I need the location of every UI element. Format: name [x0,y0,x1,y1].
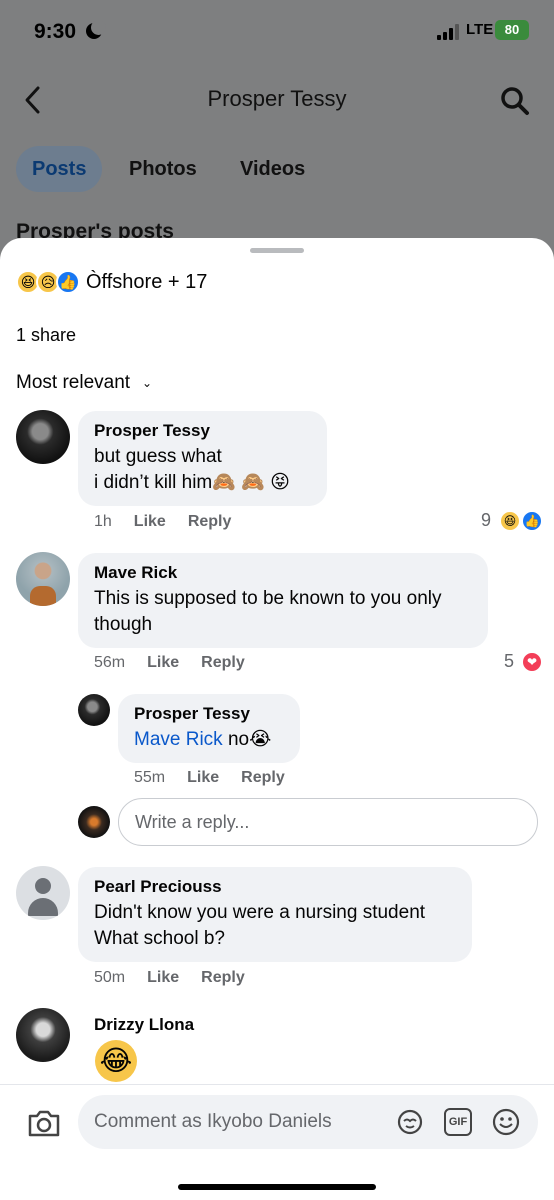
sort-dropdown[interactable]: Most relevant ⌄ [16,372,152,394]
reply-text: no😭 [222,729,272,750]
comment-time: 1h [94,513,112,530]
status-time: 9:30 [34,20,77,43]
comment-author[interactable]: Prosper Tessy [94,421,311,441]
search-icon[interactable] [500,86,530,116]
comment-author[interactable]: Pearl Preciouss [94,877,456,897]
like-button[interactable]: Like [147,654,179,671]
like-button[interactable]: Like [187,769,219,786]
comment-meta: 56m Like Reply [94,654,267,672]
reply-input-wrapper [118,798,538,846]
comment-author[interactable]: Mave Rick [94,563,472,583]
avatar [78,806,110,838]
comment-bubble[interactable]: Pearl Preciouss Didn't know you were a n… [78,867,472,962]
reaction-count[interactable]: 5 [504,651,514,672]
comment-box: GIF [78,1095,538,1149]
reply-button[interactable]: Reply [201,654,245,671]
comment-bubble[interactable]: Prosper Tessy but guess what i didn’t ki… [78,411,327,506]
comment-text: but guess what i didn’t kill him🙈 🙈 😝 [94,446,290,493]
like-reaction-icon: 👍 [522,511,542,531]
chevron-down-icon: ⌄ [142,375,153,390]
tab-photos[interactable]: Photos [129,146,197,192]
comment-text: This is supposed to be known to you only… [94,588,442,635]
comment-meta: 55m Like Reply [134,769,307,787]
emoji-icon[interactable] [492,1108,520,1136]
page-title: Prosper Tessy [207,86,347,111]
laugh-reaction-icon: 😆 [500,511,520,531]
network-label: LTE [466,21,494,38]
like-reaction-icon: 👍 [56,270,80,294]
comment-author[interactable]: Prosper Tessy [134,704,284,724]
home-indicator [178,1184,376,1190]
sheet-grabber[interactable] [250,248,304,253]
avatar[interactable] [16,1008,70,1062]
comment-meta: 1h Like Reply [94,513,253,531]
comment-text: Didn't know you were a nursing student W… [94,902,426,949]
avatar[interactable] [16,552,70,606]
comment-time: 50m [94,969,126,986]
comment-bubble[interactable]: Mave Rick This is supposed to be known t… [78,553,488,648]
avatar[interactable] [16,866,70,920]
signal-icon [437,24,461,40]
avatar-sticker-icon[interactable] [396,1108,424,1136]
avatar[interactable] [16,410,70,464]
tab-posts[interactable]: Posts [16,146,103,192]
like-button[interactable]: Like [147,969,179,986]
comment-time: 56m [94,654,126,671]
comment-author[interactable]: Drizzy Llona [94,1015,194,1035]
like-button[interactable]: Like [134,513,166,530]
battery-icon: 80 [495,20,529,40]
heart-reaction-icon: ❤ [522,652,542,672]
tab-videos[interactable]: Videos [240,146,305,192]
reply-bubble[interactable]: Prosper Tessy Mave Rick no😭 [118,694,300,763]
comment-meta: 50m Like Reply [94,969,267,987]
comment-text: Mave Rick no😭 [134,727,284,753]
reaction-count[interactable]: 9 [481,510,491,531]
status-bar: 9:30 LTE 80 [0,20,554,48]
reactions-text: Òffshore + 17 [86,271,208,293]
sort-label: Most relevant [16,372,131,393]
reply-button[interactable]: Reply [201,969,245,986]
comment-time: 55m [134,769,166,786]
camera-icon[interactable] [26,1105,62,1141]
comment-emoji: 😂 [95,1040,137,1082]
comments-sheet: 😆 😥 👍 Òffshore + 17 1 share Most relevan… [0,238,554,1200]
gif-icon[interactable]: GIF [444,1108,472,1136]
mention-link[interactable]: Mave Rick [134,729,223,750]
share-count[interactable]: 1 share [16,325,76,346]
page-header: Prosper Tessy [0,80,554,120]
moon-icon [86,20,106,39]
comment-input[interactable] [78,1095,378,1149]
reply-button[interactable]: Reply [241,769,285,786]
reply-input[interactable] [119,799,537,845]
comment-composer: GIF [0,1084,554,1200]
avatar[interactable] [78,694,110,726]
reply-button[interactable]: Reply [188,513,232,530]
